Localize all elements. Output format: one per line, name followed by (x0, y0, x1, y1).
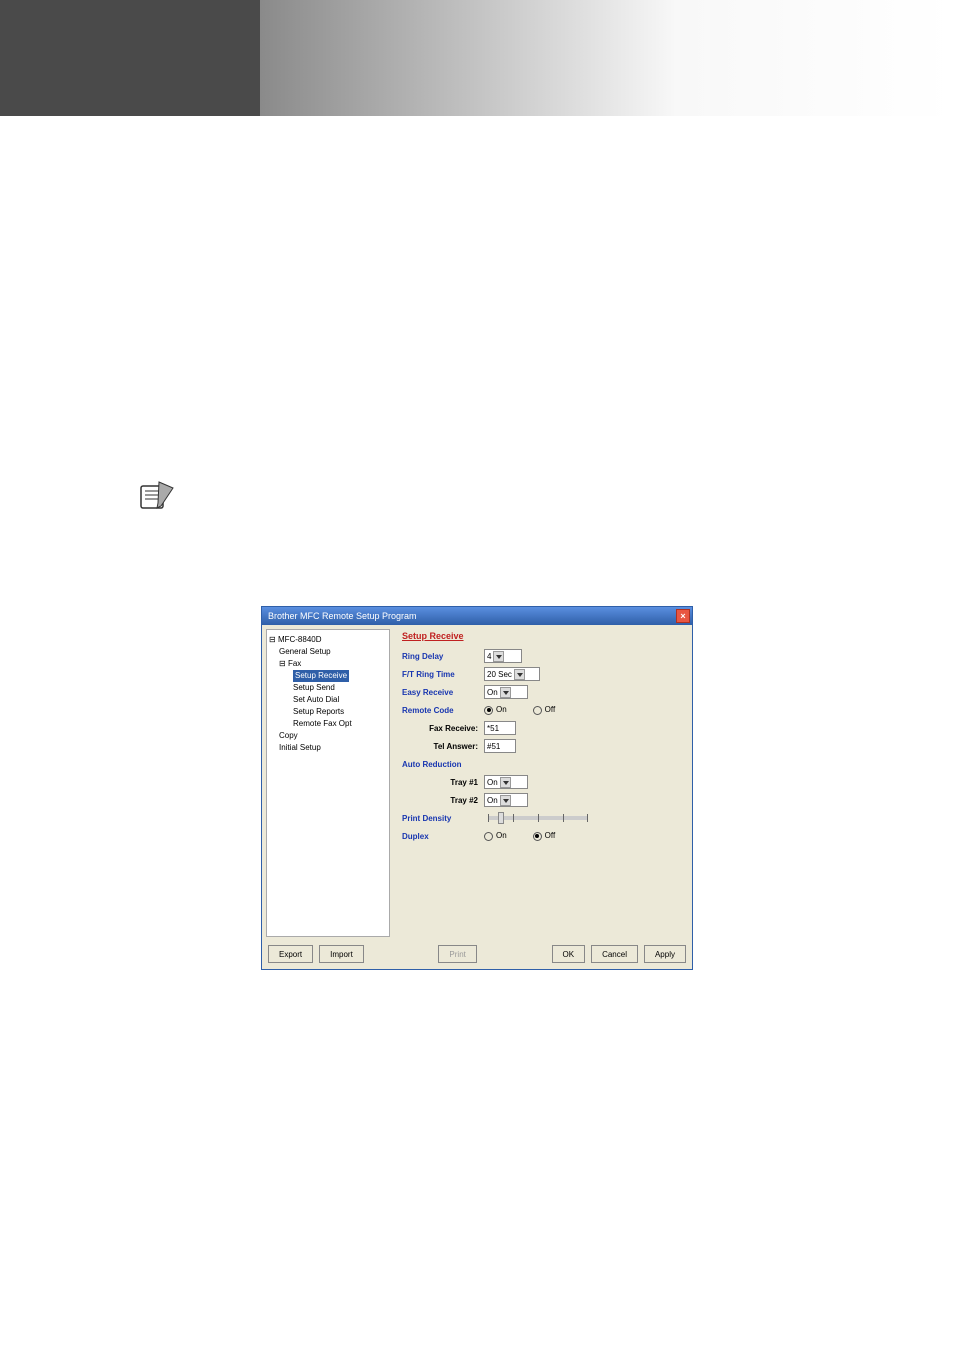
tree-root-label: MFC-8840D (278, 635, 322, 644)
export-button[interactable]: Export (268, 945, 313, 963)
tree-item-remote-fax-opt[interactable]: Remote Fax Opt (269, 718, 387, 730)
select-value: 4 (487, 652, 491, 661)
remote-code-label: Remote Code (402, 706, 484, 715)
dialog-title: Brother MFC Remote Setup Program (268, 611, 417, 621)
tree-label: Setup Send (293, 683, 335, 692)
chevron-down-icon (500, 777, 511, 788)
tray2-label: Tray #2 (402, 796, 484, 805)
tree-item-setup-receive[interactable]: Setup Receive (269, 670, 387, 682)
print-density-label: Print Density (402, 814, 484, 823)
tree-item-setup-reports[interactable]: Setup Reports (269, 706, 387, 718)
tree-item-setup-send[interactable]: Setup Send (269, 682, 387, 694)
fax-receive-label: Fax Receive: (402, 724, 484, 733)
remote-code-off-radio[interactable]: Off (533, 705, 556, 714)
duplex-on-radio[interactable]: On (484, 831, 507, 840)
chevron-down-icon (500, 795, 511, 806)
input-value: *51 (487, 724, 499, 733)
radio-label: Off (545, 831, 556, 840)
radio-icon (533, 706, 542, 715)
tree-item-set-auto-dial[interactable]: Set Auto Dial (269, 694, 387, 706)
cancel-button[interactable]: Cancel (591, 945, 638, 963)
tray1-label: Tray #1 (402, 778, 484, 787)
select-value: 20 Sec (487, 670, 512, 679)
tel-answer-label: Tel Answer: (402, 742, 484, 751)
form-header: Setup Receive (402, 631, 684, 641)
select-value: On (487, 796, 498, 805)
input-value: #51 (487, 742, 500, 751)
tree-label: Initial Setup (279, 743, 321, 752)
tree-label: Fax (288, 659, 301, 668)
radio-icon (484, 706, 493, 715)
tree-label: General Setup (279, 647, 331, 656)
slider-thumb[interactable] (498, 812, 504, 824)
chevron-down-icon (514, 669, 525, 680)
select-value: On (487, 778, 498, 787)
tree-item-general-setup[interactable]: General Setup (269, 646, 387, 658)
settings-tree[interactable]: ⊟ MFC-8840D General Setup ⊟ Fax Setup Re… (266, 629, 390, 937)
duplex-label: Duplex (402, 832, 484, 841)
dialog-button-bar: Export Import Print OK Cancel Apply (262, 945, 692, 963)
ok-button[interactable]: OK (552, 945, 586, 963)
header-dark-tab (0, 0, 260, 116)
tree-root[interactable]: ⊟ MFC-8840D (269, 634, 387, 646)
radio-icon (533, 832, 542, 841)
print-density-slider[interactable] (488, 816, 588, 820)
chevron-down-icon (493, 651, 504, 662)
tree-label: Remote Fax Opt (293, 719, 352, 728)
radio-label: On (496, 831, 507, 840)
easy-receive-label: Easy Receive (402, 688, 484, 697)
easy-receive-select[interactable]: On (484, 685, 528, 699)
chevron-down-icon (500, 687, 511, 698)
tree-label-selected: Setup Receive (293, 670, 349, 682)
print-button[interactable]: Print (438, 945, 476, 963)
ring-delay-select[interactable]: 4 (484, 649, 522, 663)
dialog-titlebar: Brother MFC Remote Setup Program × (262, 607, 692, 625)
duplex-off-radio[interactable]: Off (533, 831, 556, 840)
ring-delay-label: Ring Delay (402, 652, 484, 661)
page-header-bar (0, 0, 954, 116)
ft-ring-time-select[interactable]: 20 Sec (484, 667, 540, 681)
remote-code-on-radio[interactable]: On (484, 705, 507, 714)
tree-item-fax[interactable]: ⊟ Fax (269, 658, 387, 670)
header-gradient (260, 0, 954, 116)
fax-receive-input[interactable]: *51 (484, 721, 516, 735)
tree-label: Copy (279, 731, 298, 740)
tray2-select[interactable]: On (484, 793, 528, 807)
tel-answer-input[interactable]: #51 (484, 739, 516, 753)
close-icon[interactable]: × (676, 609, 690, 623)
radio-icon (484, 832, 493, 841)
settings-form: Setup Receive Ring Delay 4 F/T Ring Time… (394, 625, 692, 941)
radio-label: On (496, 705, 507, 714)
apply-button[interactable]: Apply (644, 945, 686, 963)
tree-item-copy[interactable]: Copy (269, 730, 387, 742)
note-icon (135, 476, 175, 516)
import-button[interactable]: Import (319, 945, 364, 963)
tray1-select[interactable]: On (484, 775, 528, 789)
radio-label: Off (545, 705, 556, 714)
auto-reduction-label: Auto Reduction (402, 760, 484, 769)
select-value: On (487, 688, 498, 697)
remote-setup-dialog: Brother MFC Remote Setup Program × ⊟ MFC… (261, 606, 693, 970)
tree-item-initial-setup[interactable]: Initial Setup (269, 742, 387, 754)
note-row (135, 476, 954, 516)
ft-ring-time-label: F/T Ring Time (402, 670, 484, 679)
tree-label: Set Auto Dial (293, 695, 339, 704)
tree-label: Setup Reports (293, 707, 344, 716)
